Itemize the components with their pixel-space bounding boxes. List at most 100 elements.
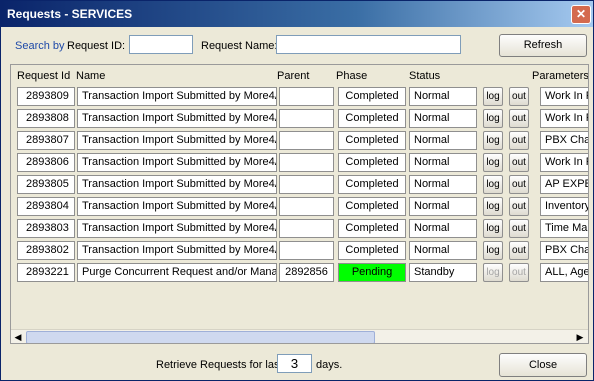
scroll-thumb[interactable] [26, 331, 375, 343]
title-bar: Requests - SERVICES ✕ [1, 1, 593, 27]
parameters-cell[interactable]: AP EXPEN [540, 175, 588, 194]
header-parameters: Parameters [532, 70, 589, 82]
out-button[interactable]: out [509, 197, 529, 216]
table-row[interactable]: 2893809 Transaction Import Submitted by M… [11, 87, 588, 109]
name-cell[interactable]: Transaction Import Submitted by More4Ap [77, 197, 277, 216]
log-button[interactable]: log [483, 109, 503, 128]
log-button[interactable]: log [483, 87, 503, 106]
close-window-button[interactable]: ✕ [571, 5, 591, 24]
parameters-cell[interactable]: Work In P [540, 109, 588, 128]
parameters-cell[interactable]: Work In P [540, 153, 588, 172]
close-button[interactable]: Close [499, 353, 587, 377]
scroll-left-icon[interactable]: ◀ [12, 331, 24, 343]
name-cell[interactable]: Transaction Import Submitted by More4Ap [77, 109, 277, 128]
phase-cell[interactable]: Completed [338, 175, 406, 194]
log-button[interactable]: log [483, 175, 503, 194]
request-name-input[interactable] [276, 35, 461, 54]
horizontal-scrollbar[interactable]: ◀ ▶ [11, 329, 588, 343]
status-cell[interactable]: Normal [409, 219, 477, 238]
log-button[interactable]: log [483, 263, 503, 282]
name-cell[interactable]: Transaction Import Submitted by More4Ap [77, 87, 277, 106]
name-cell[interactable]: Transaction Import Submitted by More4Ap [77, 241, 277, 260]
table-row[interactable]: 2893808 Transaction Import Submitted by M… [11, 109, 588, 131]
parameters-cell[interactable]: PBX Charg [540, 241, 588, 260]
request-id-cell[interactable]: 2893804 [17, 197, 75, 216]
request-name-label: Request Name: [201, 40, 278, 52]
status-cell[interactable]: Normal [409, 153, 477, 172]
table-row[interactable]: 2893804 Transaction Import Submitted by M… [11, 197, 588, 219]
parent-cell[interactable] [279, 153, 334, 172]
out-button[interactable]: out [509, 87, 529, 106]
request-id-cell[interactable]: 2893802 [17, 241, 75, 260]
header-status: Status [409, 70, 441, 82]
name-cell[interactable]: Purge Concurrent Request and/or Manage [77, 263, 277, 282]
phase-cell[interactable]: Completed [338, 241, 406, 260]
status-cell[interactable]: Normal [409, 87, 477, 106]
parent-cell[interactable] [279, 131, 334, 150]
table-row[interactable]: 2893802 Transaction Import Submitted by M… [11, 241, 588, 263]
parent-cell[interactable] [279, 175, 334, 194]
phase-cell[interactable]: Completed [338, 87, 406, 106]
requests-grid: Request Id Name Parent Phase Status Para… [10, 64, 589, 344]
phase-cell[interactable]: Completed [338, 153, 406, 172]
request-id-cell[interactable]: 2893808 [17, 109, 75, 128]
table-row[interactable]: 2893807 Transaction Import Submitted by M… [11, 131, 588, 153]
header-request-id: Request Id [17, 70, 71, 82]
parent-cell[interactable] [279, 109, 334, 128]
request-id-cell[interactable]: 2893806 [17, 153, 75, 172]
request-id-cell[interactable]: 2893803 [17, 219, 75, 238]
log-button[interactable]: log [483, 241, 503, 260]
request-id-cell[interactable]: 2893807 [17, 131, 75, 150]
parameters-cell[interactable]: ALL, Age, [540, 263, 588, 282]
parent-cell[interactable]: 2892856 [279, 263, 334, 282]
scroll-right-icon[interactable]: ▶ [574, 331, 586, 343]
request-id-cell[interactable]: 2893805 [17, 175, 75, 194]
phase-cell[interactable]: Completed [338, 197, 406, 216]
parent-cell[interactable] [279, 87, 334, 106]
name-cell[interactable]: Transaction Import Submitted by More4Ap [77, 175, 277, 194]
status-cell[interactable]: Normal [409, 131, 477, 150]
parameters-cell[interactable]: Inventory [540, 197, 588, 216]
parameters-cell[interactable]: Work In P [540, 87, 588, 106]
log-button[interactable]: log [483, 153, 503, 172]
phase-cell[interactable]: Completed [338, 109, 406, 128]
out-button[interactable]: out [509, 131, 529, 150]
days-input[interactable] [277, 354, 312, 373]
request-id-cell[interactable]: 2893221 [17, 263, 75, 282]
status-cell[interactable]: Normal [409, 109, 477, 128]
log-button[interactable]: log [483, 219, 503, 238]
out-button[interactable]: out [509, 175, 529, 194]
name-cell[interactable]: Transaction Import Submitted by More4Ap [77, 219, 277, 238]
parent-cell[interactable] [279, 197, 334, 216]
out-button[interactable]: out [509, 109, 529, 128]
request-id-cell[interactable]: 2893809 [17, 87, 75, 106]
header-parent: Parent [277, 70, 310, 82]
table-row[interactable]: 2893221 Purge Concurrent Request and/or M… [11, 263, 588, 285]
table-row[interactable]: 2893805 Transaction Import Submitted by M… [11, 175, 588, 197]
table-row[interactable]: 2893806 Transaction Import Submitted by M… [11, 153, 588, 175]
status-cell[interactable]: Standby [409, 263, 477, 282]
parent-cell[interactable] [279, 219, 334, 238]
status-cell[interactable]: Normal [409, 241, 477, 260]
request-id-input[interactable] [129, 35, 193, 54]
phase-cell[interactable]: Pending [338, 263, 406, 282]
phase-cell[interactable]: Completed [338, 219, 406, 238]
refresh-button[interactable]: Refresh [499, 34, 587, 57]
days-label: days. [316, 359, 343, 371]
table-row[interactable]: 2893803 Transaction Import Submitted by M… [11, 219, 588, 241]
parent-cell[interactable] [279, 241, 334, 260]
parameters-cell[interactable]: PBX Charg [540, 131, 588, 150]
out-button[interactable]: out [509, 219, 529, 238]
out-button[interactable]: out [509, 153, 529, 172]
out-button[interactable]: out [509, 241, 529, 260]
status-cell[interactable]: Normal [409, 175, 477, 194]
name-cell[interactable]: Transaction Import Submitted by More4Ap [77, 131, 277, 150]
out-button[interactable]: out [509, 263, 529, 282]
search-by-label: Search by [15, 40, 65, 52]
phase-cell[interactable]: Completed [338, 131, 406, 150]
status-cell[interactable]: Normal [409, 197, 477, 216]
name-cell[interactable]: Transaction Import Submitted by More4Ap [77, 153, 277, 172]
log-button[interactable]: log [483, 131, 503, 150]
log-button[interactable]: log [483, 197, 503, 216]
parameters-cell[interactable]: Time Man [540, 219, 588, 238]
